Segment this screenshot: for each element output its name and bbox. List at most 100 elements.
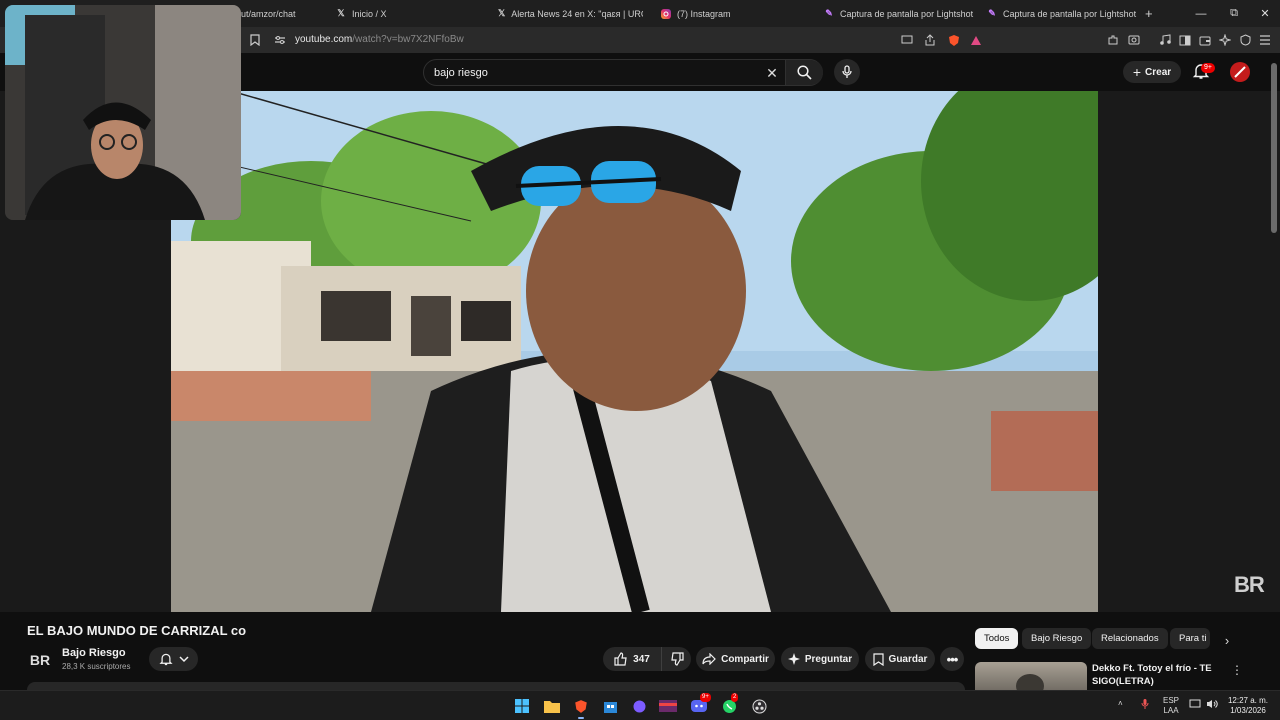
sidebar-toggle-icon[interactable] [1177,32,1193,48]
cast-icon[interactable] [899,32,915,48]
media-app-icon [659,700,677,712]
bell-icon [158,653,173,666]
thumbnail-image [1016,674,1044,692]
page-scrollbar[interactable] [1271,63,1277,233]
taskbar-obs[interactable] [748,695,770,717]
more-vertical-icon: ⋮ [1231,663,1243,677]
taskbar-app-generic[interactable] [628,695,650,717]
music-icon[interactable] [1157,32,1173,48]
subscription-notifications-button[interactable] [149,647,198,671]
bookmark-icon [872,652,884,666]
share-page-icon[interactable] [922,32,938,48]
description-box[interactable] [27,682,965,690]
tab-label: Captura de pantalla por Lightshot [1003,8,1137,19]
share-icon [702,653,716,665]
share-label: Compartir [721,653,769,665]
brave-shield-icon[interactable] [946,32,962,48]
like-button[interactable]: 347 [603,647,661,671]
channel-avatar[interactable]: BR [27,647,53,673]
search-input[interactable] [434,65,754,81]
x-logo-icon: 𝕏 [498,8,506,18]
system-clock[interactable]: 12:27 a. m. 1/03/2026 [1222,696,1274,716]
start-button[interactable] [511,695,533,717]
folder-icon [544,700,560,713]
tab-lightshot-1[interactable]: ✎ Captura de pantalla por Lightshot [824,0,974,27]
minimize-button[interactable]: — [1186,0,1216,27]
tab-lightshot-2[interactable]: ✎ Captura de pantalla por Lightshot [987,0,1137,27]
input-language[interactable]: ESP LAA [1163,696,1179,716]
plus-icon: + [1132,64,1142,80]
thumbs-up-icon [614,652,627,666]
channel-watermark[interactable]: BR [1234,572,1265,598]
brave-rewards-icon[interactable] [968,32,984,48]
chip-related[interactable]: Relacionados [1092,628,1168,649]
tab-chat[interactable]: out/amzor/chat [236,0,326,27]
feather-icon: ✎ [825,8,833,18]
video-scene [171,91,1098,612]
chip-all[interactable]: Todos [975,628,1019,649]
thumbs-down-icon [670,652,684,666]
video-frame[interactable] [171,91,1098,612]
restore-button[interactable]: ⧉ [1219,0,1249,27]
taskbar-store[interactable] [599,695,621,717]
instagram-icon [661,8,671,19]
recommendation-thumbnail[interactable] [975,662,1087,692]
save-button[interactable]: Guardar [865,647,935,671]
search-icon [797,65,812,80]
account-avatar[interactable] [1230,62,1250,82]
recommendation-menu-button[interactable]: ⋮ [1230,662,1244,678]
screenshot-extension-icon[interactable] [1126,32,1142,48]
more-horizontal-icon: ••• [946,651,959,667]
dislike-button[interactable] [661,647,691,671]
new-tab-button[interactable]: + [1145,0,1159,27]
clock-date: 1/03/2026 [1230,706,1266,715]
tab-label: out/amzor/chat [236,8,296,19]
url-field[interactable]: youtube.com/watch?v=bw7X2NFfoBw [295,34,464,45]
show-hidden-icons-button[interactable]: ˄ [1118,699,1123,709]
site-settings-icon[interactable] [272,32,288,48]
video-title: EL BAJO MUNDO DE CARRIZAL co [27,623,247,638]
vpn-shield-icon[interactable] [1237,32,1253,48]
create-button[interactable]: + Crear [1123,61,1181,83]
clock-time: 12:27 a. m. [1227,696,1269,705]
whatsapp-badge: 2 [731,693,739,702]
lang-code: ESP [1163,696,1180,705]
tab-label: Captura de pantalla por Lightshot [840,8,974,19]
app-grid-icon [633,700,645,712]
microphone-icon [842,65,852,78]
network-icon[interactable] [1189,699,1201,712]
microphone-tray-icon[interactable] [1141,698,1149,713]
share-button[interactable]: Compartir [696,647,775,671]
tab-alerta-news[interactable]: 𝕏 Alerta News 24 en X: "qaɛя | URGENTE [498,0,643,27]
taskbar-file-explorer[interactable] [541,695,563,717]
clear-search-button[interactable]: ✕ [762,63,782,83]
save-label: Guardar [888,653,928,665]
search-button[interactable] [785,60,823,85]
chips-next-button[interactable]: › [1219,632,1235,648]
chip-bajo-riesgo[interactable]: Bajo Riesgo [1022,628,1092,649]
chip-for-you[interactable]: Para ti [1170,628,1210,649]
taskbar-media-app[interactable] [657,695,679,717]
chevron-right-icon: › [1224,632,1230,648]
tab-x-home[interactable]: 𝕏 Inicio / X [336,0,476,27]
taskbar-brave[interactable] [570,695,592,717]
bookmark-icon[interactable] [247,32,263,48]
tab-instagram[interactable]: (7) Instagram [661,0,801,27]
more-actions-button[interactable]: ••• [940,647,964,671]
menu-icon[interactable] [1257,32,1273,48]
leo-ai-icon[interactable] [1217,32,1233,48]
close-icon: ✕ [766,64,778,81]
webcam-image [5,5,241,220]
close-window-button[interactable]: ✕ [1250,0,1280,27]
volume-icon[interactable] [1206,699,1218,712]
sparkle-icon [787,653,800,665]
extensions-icon[interactable] [1105,32,1121,48]
tab-label: (7) Instagram [677,8,731,19]
recommendation-title[interactable]: Dekko Ft. Totoy el frío - TE SIGO(LETRA) [1092,662,1222,688]
voice-search-button[interactable] [834,59,860,85]
wallet-icon[interactable] [1197,32,1213,48]
ask-button[interactable]: Preguntar [781,647,859,671]
plus-icon: + [1145,6,1153,21]
channel-name[interactable]: Bajo Riesgo [62,647,126,659]
store-icon [603,701,617,713]
